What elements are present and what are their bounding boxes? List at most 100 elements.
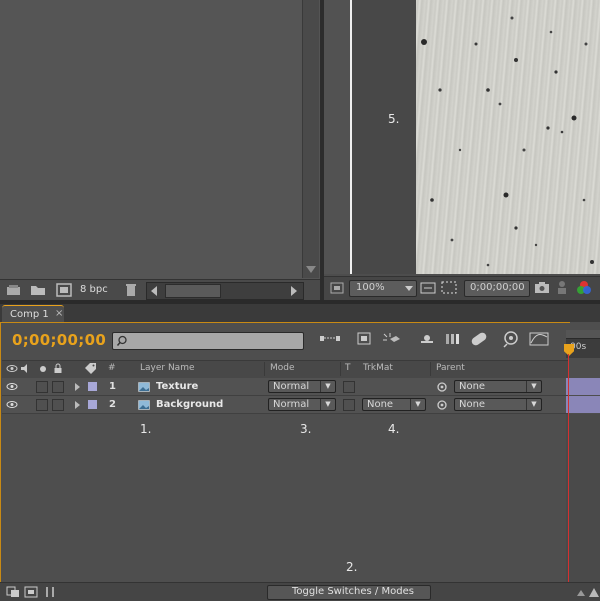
column-divider xyxy=(340,362,341,376)
mode-dropdown[interactable]: Normal ▼ xyxy=(268,380,336,393)
scroll-right-arrow-icon[interactable] xyxy=(291,286,297,296)
work-area-bar[interactable] xyxy=(566,330,600,339)
layer-switches-icon[interactable] xyxy=(6,586,20,598)
zoom-value: 100% xyxy=(356,282,385,293)
expand-triangle-icon[interactable] xyxy=(75,383,80,391)
in-out-duration-icon[interactable] xyxy=(44,586,56,598)
interpret-footage-icon[interactable] xyxy=(6,284,22,296)
timeline-panel: Comp 1 × 0;00;00;00 # Layer Name Mode T … xyxy=(0,304,600,601)
trkmat-value: None xyxy=(367,399,394,410)
annotation-4: 4. xyxy=(388,422,400,436)
close-icon[interactable]: × xyxy=(55,308,63,319)
region-of-interest-icon[interactable] xyxy=(440,280,458,296)
mode-dropdown[interactable]: Normal ▼ xyxy=(268,398,336,411)
lock-switch[interactable] xyxy=(52,381,64,393)
viewer-pasteboard xyxy=(324,0,416,274)
trash-icon[interactable] xyxy=(124,283,138,297)
fit-icon[interactable] xyxy=(420,281,436,295)
show-snapshot-icon[interactable] xyxy=(556,280,568,295)
column-t[interactable]: T xyxy=(345,363,351,373)
chevron-down-icon: ▼ xyxy=(526,381,541,392)
solo-switch[interactable] xyxy=(36,399,48,411)
column-layer-name[interactable]: Layer Name xyxy=(140,363,195,373)
zoom-dropdown[interactable]: 100% xyxy=(349,280,417,297)
column-trkmat[interactable]: TrkMat xyxy=(363,363,393,373)
layer-number: 2 xyxy=(109,399,116,410)
pick-whip-icon[interactable] xyxy=(436,381,448,393)
draft-3d-icon[interactable] xyxy=(355,331,375,347)
layer-search-field[interactable] xyxy=(112,332,304,350)
composition-viewer: 5. 100% 0;00;00;00 xyxy=(324,0,600,301)
scroll-left-arrow-icon[interactable] xyxy=(151,286,157,296)
annotation-1: 1. xyxy=(140,422,152,436)
label-color-swatch[interactable] xyxy=(88,382,97,391)
layer-name[interactable]: Background xyxy=(156,399,223,410)
label-tag-header-icon xyxy=(84,362,98,374)
solo-switch[interactable] xyxy=(36,381,48,393)
lock-header-icon xyxy=(53,363,63,374)
audio-speaker-header-icon xyxy=(20,363,32,374)
new-folder-icon[interactable] xyxy=(30,284,46,296)
toggle-switches-modes-button[interactable]: Toggle Switches / Modes xyxy=(267,585,431,600)
layer-bar[interactable] xyxy=(566,378,600,395)
frame-blending-icon[interactable] xyxy=(418,331,436,347)
viewer-toolbar: 100% 0;00;00;00 xyxy=(324,276,600,301)
current-time-display[interactable]: 0;00;00;00 xyxy=(12,331,106,349)
texture-image xyxy=(416,0,600,274)
tab-comp-1[interactable]: Comp 1 × xyxy=(2,305,64,323)
trkmat-dropdown[interactable]: None ▼ xyxy=(362,398,426,411)
lock-switch[interactable] xyxy=(52,399,64,411)
brainstorm-icon[interactable] xyxy=(500,330,522,348)
layer-bar[interactable] xyxy=(566,396,600,413)
always-preview-icon[interactable] xyxy=(330,281,344,295)
scroll-down-arrow-icon[interactable] xyxy=(306,266,316,273)
project-panel: 8 bpc xyxy=(0,0,320,301)
column-number[interactable]: # xyxy=(108,363,116,373)
layer-name[interactable]: Texture xyxy=(156,381,198,392)
comp-mini-flowchart-icon[interactable] xyxy=(318,331,344,347)
hide-shy-layers-icon[interactable] xyxy=(380,331,402,347)
horizontal-scrollbar[interactable] xyxy=(146,282,304,300)
mode-value: Normal xyxy=(273,399,310,410)
solo-dot-header-icon xyxy=(38,364,48,374)
new-composition-icon[interactable] xyxy=(56,283,72,297)
rgb-channels-icon[interactable] xyxy=(576,280,592,296)
annotation-2: 2. xyxy=(346,560,358,574)
column-parent[interactable]: Parent xyxy=(436,363,465,373)
bpc-label[interactable]: 8 bpc xyxy=(80,284,108,295)
column-divider xyxy=(264,362,265,376)
scroll-thumb[interactable] xyxy=(165,284,221,298)
zoom-out-mountain-icon[interactable] xyxy=(576,587,586,597)
parent-dropdown[interactable]: None ▼ xyxy=(454,398,542,411)
project-scrollbar[interactable] xyxy=(302,0,319,278)
video-eye-header-icon xyxy=(6,364,18,373)
current-time-indicator[interactable] xyxy=(568,354,569,582)
preserve-transparency-checkbox[interactable] xyxy=(343,381,355,393)
label-color-swatch[interactable] xyxy=(88,400,97,409)
chevron-down-icon: ▼ xyxy=(320,399,335,410)
preserve-transparency-checkbox[interactable] xyxy=(343,399,355,411)
motion-blur-icon[interactable] xyxy=(443,331,463,347)
graph-editor-pill-icon[interactable] xyxy=(468,331,490,347)
graph-editor-icon[interactable] xyxy=(528,331,550,347)
project-panel-inner xyxy=(0,0,302,278)
parent-value: None xyxy=(459,399,486,410)
annotation-3: 3. xyxy=(300,422,312,436)
expand-triangle-icon[interactable] xyxy=(75,401,80,409)
video-eye-icon[interactable] xyxy=(6,400,18,409)
viewer-timecode-field[interactable]: 0;00;00;00 xyxy=(464,280,530,297)
toggle-switches-modes-label: Toggle Switches / Modes xyxy=(292,586,414,597)
chevron-down-icon: ▼ xyxy=(320,381,335,392)
snapshot-camera-icon[interactable] xyxy=(534,281,550,294)
footage-icon xyxy=(138,382,150,392)
video-eye-icon[interactable] xyxy=(6,382,18,391)
search-icon xyxy=(116,335,128,347)
parent-dropdown[interactable]: None ▼ xyxy=(454,380,542,393)
layer-search-input[interactable] xyxy=(129,333,297,347)
track-area xyxy=(566,414,600,582)
transfer-controls-icon[interactable] xyxy=(24,586,38,598)
column-mode[interactable]: Mode xyxy=(270,363,295,373)
tab-comp-1-label: Comp 1 xyxy=(10,309,49,320)
zoom-in-mountain-icon[interactable] xyxy=(588,586,600,598)
pick-whip-icon[interactable] xyxy=(436,399,448,411)
